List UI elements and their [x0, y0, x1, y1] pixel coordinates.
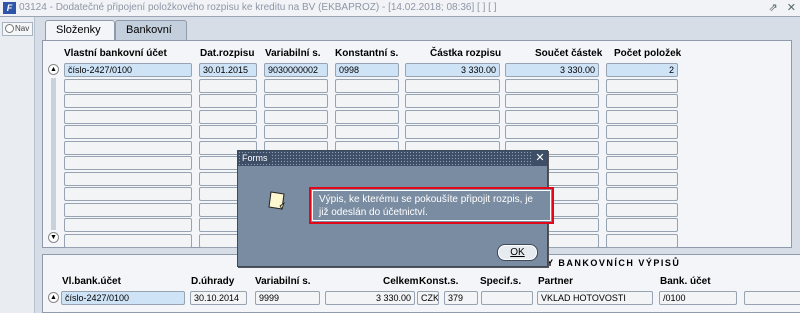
column-header: Celkem — [383, 276, 419, 287]
lower-cell-total[interactable]: 3 330.00 — [325, 291, 415, 305]
upper-cell-constant-symbol[interactable] — [335, 110, 399, 124]
radio-icon — [5, 24, 14, 34]
upper-cell-count[interactable] — [606, 187, 678, 201]
upper-cell-date[interactable]: 30.01.2015 — [199, 63, 257, 77]
upper-cell-amount[interactable] — [405, 110, 500, 124]
lower-cell-specific-symbol[interactable] — [481, 291, 533, 305]
upper-cell-account[interactable] — [64, 141, 192, 155]
upper-cell-count[interactable] — [606, 110, 678, 124]
lower-cell-constant-symbol[interactable]: 379 — [444, 291, 478, 305]
ok-label: OK — [510, 247, 525, 258]
upper-cell-account[interactable] — [64, 125, 192, 139]
upper-cell-account[interactable] — [64, 187, 192, 201]
scroll-up-icon[interactable]: ▲ — [48, 292, 59, 303]
upper-cell-amount[interactable] — [405, 79, 500, 93]
upper-cell-date[interactable] — [199, 110, 257, 124]
column-header: Partner — [538, 276, 574, 287]
tab-slozenky[interactable]: Složenky — [45, 20, 115, 40]
vertical-scrollbar[interactable] — [51, 78, 56, 230]
upper-cell-sum[interactable] — [505, 110, 599, 124]
upper-cell-variable-symbol[interactable] — [264, 94, 328, 108]
section-heading: Y BANKOVNÍCH VÝPISŮ — [547, 258, 681, 268]
column-header: Částka rozpisu — [430, 48, 502, 59]
tab-bankovni-karty[interactable]: Bankovní karty — [115, 20, 187, 55]
upper-cell-count[interactable] — [606, 203, 678, 217]
upper-cell-account[interactable] — [64, 94, 192, 108]
left-nav-panel — [0, 17, 35, 313]
upper-cell-sum[interactable] — [505, 94, 599, 108]
lower-cell-variable-symbol[interactable]: 9999 — [255, 291, 320, 305]
lower-cell-date[interactable]: 30.10.2014 — [190, 291, 247, 305]
upper-cell-sum[interactable] — [505, 125, 599, 139]
upper-cell-variable-symbol[interactable] — [264, 125, 328, 139]
upper-cell-count[interactable] — [606, 79, 678, 93]
column-header: Konstantní s. — [335, 48, 399, 59]
ok-button[interactable]: OK — [497, 244, 538, 261]
upper-cell-account[interactable] — [64, 203, 192, 217]
column-header: Variabilní s. — [265, 48, 321, 59]
dialog-title: Forms — [242, 153, 271, 163]
upper-cell-count[interactable] — [606, 218, 678, 232]
column-header: Specif.s. — [480, 276, 522, 287]
scroll-up-icon[interactable]: ▲ — [48, 64, 59, 75]
upper-cell-date[interactable] — [199, 79, 257, 93]
dialog-close-icon[interactable]: ✕ — [533, 151, 547, 166]
column-header: Součet částek — [535, 48, 603, 59]
forms-app-icon: F — [3, 2, 16, 14]
upper-cell-constant-symbol[interactable] — [335, 94, 399, 108]
upper-cell-sum[interactable]: 3 330.00 — [505, 63, 599, 77]
column-header: D.úhrady — [191, 276, 235, 287]
upper-cell-count[interactable] — [606, 234, 678, 248]
upper-cell-amount[interactable] — [405, 94, 500, 108]
upper-cell-variable-symbol[interactable]: 9030000002 — [264, 63, 328, 77]
upper-cell-account[interactable] — [64, 234, 192, 248]
upper-cell-count[interactable] — [606, 141, 678, 155]
upper-cell-account[interactable] — [64, 79, 192, 93]
upper-cell-count[interactable] — [606, 94, 678, 108]
note-icon — [268, 191, 285, 210]
upper-cell-constant-symbol[interactable]: 0998 — [335, 63, 399, 77]
column-header: Vlastní bankovní účet — [64, 48, 167, 59]
upper-cell-count[interactable] — [606, 172, 678, 186]
forms-dialog: Forms ✕ Výpis, ke kterému se pokoušíte p… — [237, 150, 554, 267]
nav-button[interactable]: Nav — [2, 22, 33, 36]
column-header: Dat.rozpisu — [200, 48, 255, 59]
upper-cell-account[interactable]: číslo-2427/0100 — [64, 63, 192, 77]
lower-cell-currency[interactable]: CZK — [417, 291, 439, 305]
window-controls: ⇗ ✕ — [763, 1, 797, 14]
column-header: Variabilní s. — [255, 276, 311, 287]
restore-icon[interactable]: ⇗ — [769, 2, 778, 14]
dialog-titlebar[interactable]: Forms — [238, 151, 547, 166]
lower-cell-bank-account[interactable]: /0100 — [659, 291, 737, 305]
upper-cell-account[interactable] — [64, 156, 192, 170]
upper-cell-date[interactable] — [199, 94, 257, 108]
upper-cell-date[interactable] — [199, 125, 257, 139]
upper-cell-constant-symbol[interactable] — [335, 125, 399, 139]
column-header: Bank. účet — [660, 276, 711, 287]
upper-cell-variable-symbol[interactable] — [264, 79, 328, 93]
nav-label: Nav — [15, 24, 30, 33]
window-title: 03124 - Dodatečné připojení položkového … — [19, 2, 497, 13]
column-header: Počet položek — [614, 48, 682, 59]
lower-cell-partner[interactable]: VKLAD HOTOVOSTI — [537, 291, 653, 305]
upper-cell-account[interactable] — [64, 110, 192, 124]
scroll-down-icon[interactable]: ▼ — [48, 232, 59, 243]
column-header: Vl.bank.účet — [62, 276, 121, 287]
upper-cell-amount[interactable] — [405, 125, 500, 139]
upper-cell-sum[interactable] — [505, 79, 599, 93]
dialog-message: Výpis, ke kterému se pokoušíte připojit … — [309, 187, 554, 224]
upper-cell-account[interactable] — [64, 172, 192, 186]
upper-cell-count[interactable] — [606, 156, 678, 170]
upper-cell-variable-symbol[interactable] — [264, 110, 328, 124]
window-titlebar: F 03124 - Dodatečné připojení položkovéh… — [0, 0, 800, 17]
close-icon[interactable]: ✕ — [787, 2, 796, 14]
upper-cell-amount[interactable]: 3 330.00 — [405, 63, 500, 77]
column-header: Konst.s. — [419, 276, 459, 287]
lower-cell-account[interactable]: číslo-2427/0100 — [61, 291, 185, 305]
upper-cell-account[interactable] — [64, 218, 192, 232]
upper-cell-count[interactable]: 2 — [606, 63, 678, 77]
upper-cell-count[interactable] — [606, 125, 678, 139]
lower-cell-extra[interactable] — [744, 291, 800, 305]
upper-cell-constant-symbol[interactable] — [335, 79, 399, 93]
